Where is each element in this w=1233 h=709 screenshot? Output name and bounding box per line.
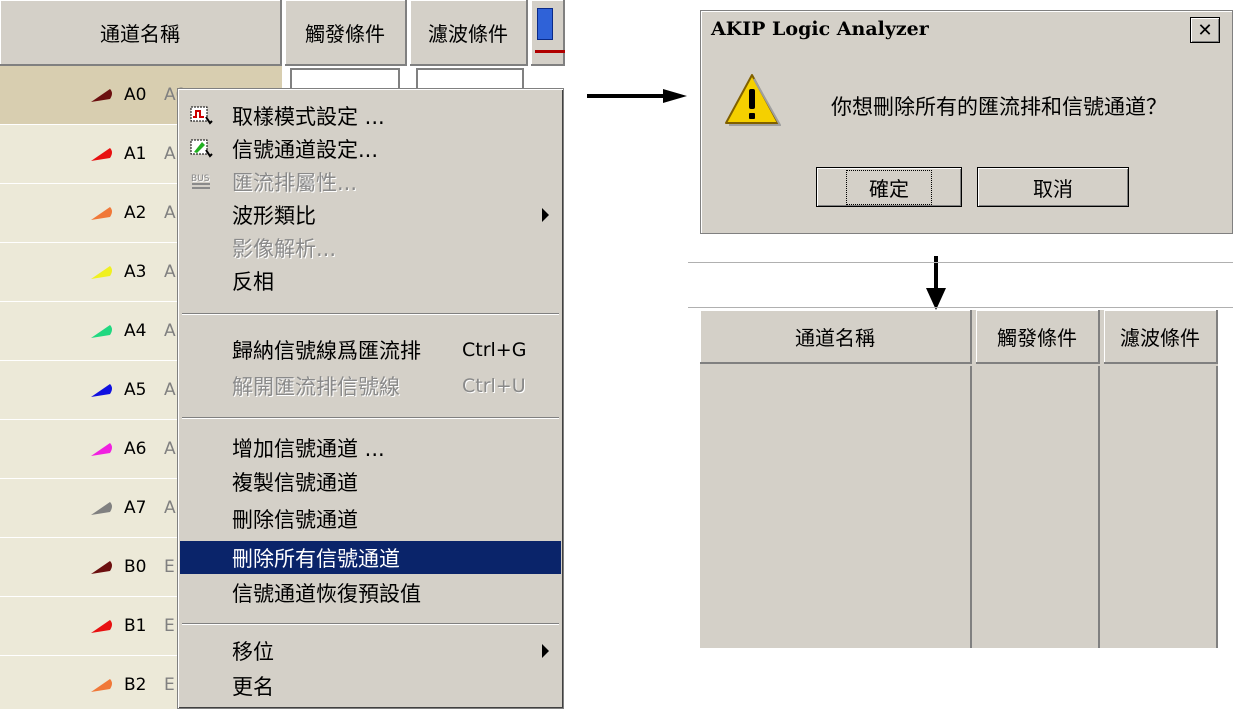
channel-name: A2: [124, 203, 147, 223]
channel-name: B0: [124, 557, 147, 577]
channel-name: A5: [124, 380, 147, 400]
dialog-title: AKIP Logic Analyzer: [711, 18, 929, 40]
column-header-trigger[interactable]: 觸發條件: [976, 310, 1100, 364]
submenu-arrow-icon: [542, 208, 549, 222]
channel-alias: A: [164, 144, 176, 164]
menu-item-group-bus[interactable]: 歸納信號線爲匯流排 Ctrl+G: [180, 333, 561, 366]
channel-color-icon[interactable]: [90, 205, 114, 221]
channel-color-icon[interactable]: [90, 146, 114, 162]
channel-alias: A: [164, 439, 176, 459]
menu-item-ungroup-bus[interactable]: 解開匯流排信號線 Ctrl+U: [180, 369, 561, 402]
empty-column: [700, 366, 972, 648]
menu-item-rename[interactable]: 更名: [180, 669, 561, 702]
menu-item-invert[interactable]: 反相: [180, 264, 561, 297]
channel-name: A6: [124, 439, 147, 459]
channel-name: A3: [124, 262, 147, 282]
bus-icon: BUS: [190, 171, 214, 193]
menu-separator: [182, 313, 559, 315]
channel-color-icon[interactable]: [90, 264, 114, 280]
menu-item-sampling-mode[interactable]: 取樣模式設定 ...: [180, 99, 561, 132]
channel-alias: A: [164, 203, 176, 223]
menu-separator: [182, 417, 559, 419]
empty-column: [976, 366, 1100, 648]
menu-item-channel-settings[interactable]: 信號通道設定...: [180, 132, 561, 165]
channel-name: A7: [124, 498, 147, 518]
divider: [688, 262, 1233, 263]
warning-icon: [723, 71, 782, 129]
channel-color-icon[interactable]: [90, 441, 114, 457]
ok-button[interactable]: 確定: [816, 167, 962, 207]
arrow-down-icon: [926, 256, 946, 312]
channel-alias: E: [164, 675, 175, 695]
channel-settings-icon: [190, 138, 214, 160]
menu-item-image-analysis[interactable]: 影像解析...: [180, 231, 561, 264]
channel-alias: A: [164, 380, 176, 400]
divider: [688, 307, 1233, 308]
channel-alias: E: [164, 616, 175, 636]
empty-column: [1104, 366, 1218, 648]
column-header-channel-name[interactable]: 通道名稱: [700, 310, 972, 364]
channel-color-icon[interactable]: [90, 382, 114, 398]
dialog-title-bar: AKIP Logic Analyzer ✕: [703, 13, 1230, 45]
dialog-message: 你想刪除所有的匯流排和信號通道？: [831, 95, 1167, 119]
channel-name: A1: [124, 144, 147, 164]
column-header-filter[interactable]: 濾波條件: [410, 0, 528, 66]
channel-alias: A: [164, 498, 176, 518]
menu-item-delete-all-channels[interactable]: 刪除所有信號通道: [180, 541, 561, 574]
waveform-header: [531, 0, 565, 66]
menu-item-delete-channel[interactable]: 刪除信號通道: [180, 502, 561, 535]
menu-separator: [182, 623, 559, 625]
cursor-line: [535, 50, 565, 53]
menu-item-add-channel[interactable]: 增加信號通道 ...: [180, 431, 561, 464]
channel-alias: A: [164, 321, 176, 341]
channel-color-icon[interactable]: [90, 323, 114, 339]
confirm-dialog: AKIP Logic Analyzer ✕ 你想刪除所有的匯流排和信號通道？ 確…: [700, 10, 1233, 234]
channel-alias: E: [164, 557, 175, 577]
channel-name: B1: [124, 616, 147, 636]
channel-name: A4: [124, 321, 147, 341]
column-header-trigger[interactable]: 觸發條件: [285, 0, 407, 66]
channel-color-icon[interactable]: [90, 559, 114, 575]
empty-channel-table: 通道名稱 觸發條件 濾波條件: [700, 310, 1218, 648]
column-header-channel-name[interactable]: 通道名稱: [0, 0, 282, 66]
close-icon[interactable]: ✕: [1190, 17, 1220, 43]
channel-color-icon[interactable]: [90, 500, 114, 516]
cancel-button[interactable]: 取消: [977, 167, 1129, 207]
channel-color-icon[interactable]: [90, 618, 114, 634]
sampling-icon: [190, 105, 214, 127]
channel-name: A0: [124, 85, 147, 105]
menu-item-shift[interactable]: 移位: [180, 634, 561, 667]
svg-text:BUS: BUS: [191, 174, 210, 184]
column-header-filter[interactable]: 濾波條件: [1104, 310, 1218, 364]
menu-item-copy-channel[interactable]: 複製信號通道: [180, 465, 561, 498]
menu-item-bus-properties[interactable]: BUS 匯流排屬性...: [180, 165, 561, 198]
context-menu: 取樣模式設定 ... 信號通道設定... BUS 匯流排屬性... 波形類比 影…: [177, 88, 564, 709]
menu-item-waveform-analog[interactable]: 波形類比: [180, 198, 561, 231]
submenu-arrow-icon: [542, 644, 549, 658]
channel-color-icon[interactable]: [90, 677, 114, 693]
arrow-right-icon: [587, 88, 687, 103]
scroll-marker-icon: [537, 8, 553, 40]
channel-name: B2: [124, 675, 147, 695]
channel-alias: A: [164, 262, 176, 282]
menu-item-restore-defaults[interactable]: 信號通道恢復預設值: [180, 576, 561, 609]
channel-color-icon[interactable]: [90, 87, 114, 103]
